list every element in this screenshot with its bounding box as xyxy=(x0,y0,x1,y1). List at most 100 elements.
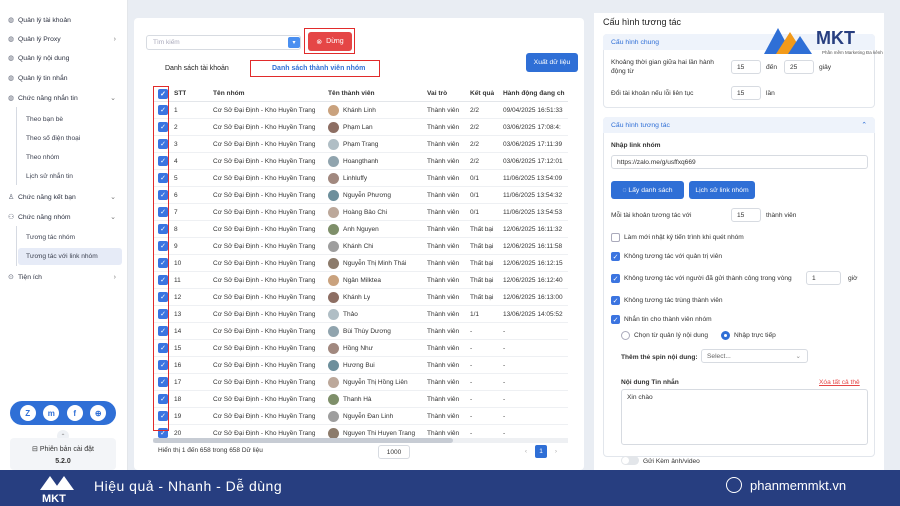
cell-action: 03/06/2025 17:12:01 xyxy=(503,153,563,169)
sidebar-item[interactable]: ◍ Quản lý tài khoản xyxy=(8,12,124,28)
table-row[interactable]: ✓ 15 Cơ Sở Đại Định - Kho Huyền Trang Hồng … xyxy=(153,340,568,357)
scrollbar-thumb[interactable] xyxy=(153,438,453,443)
export-button[interactable]: Xuất dữ liệu xyxy=(526,53,578,72)
cell-stt-text: 5 xyxy=(174,174,178,182)
table-row[interactable]: ✓ 17 Cơ Sở Đại Định - Kho Huyền Trang Nguyễ… xyxy=(153,374,568,391)
per-account-unit: thành viên xyxy=(766,212,797,219)
table-row[interactable]: ✓ 11 Cơ Sở Đại Định - Kho Huyền Trang Ngân … xyxy=(153,272,568,289)
table-row[interactable]: ✓ 3 Cơ Sở Đại Định - Kho Huyền Trang Phạm T… xyxy=(153,136,568,153)
cell-group-text: Cơ Sở Đại Định - Kho Huyền Trang xyxy=(213,276,316,284)
header-stt[interactable]: STT xyxy=(174,86,186,101)
link-history-button[interactable]: Lịch sử link nhóm xyxy=(689,181,755,199)
sub-item-friends[interactable]: Theo bạn bè xyxy=(18,111,122,128)
cell-role-text: Thành viên xyxy=(427,344,460,352)
page-button[interactable]: 1 xyxy=(535,445,547,458)
table-row[interactable]: ✓ 14 Cơ Sở Đại Định - Kho Huyền Trang Bùi T… xyxy=(153,323,568,340)
table-row[interactable]: ✓ 1 Cơ Sở Đại Định - Kho Huyền Trang Khánh … xyxy=(153,102,568,119)
cell-member-text: Linhluffy xyxy=(343,174,368,182)
sub-item-group[interactable]: Theo nhóm xyxy=(18,149,122,166)
option-checkbox[interactable]: ✓ xyxy=(611,274,620,283)
table-row[interactable]: ✓ 20 Cơ Sở Đại Định - Kho Huyền Trang Nguye… xyxy=(153,425,568,438)
chevron-right-icon: › xyxy=(113,35,116,43)
switch-unit: lần xyxy=(766,90,775,97)
table-row[interactable]: ✓ 10 Cơ Sở Đại Định - Kho Huyền Trang Nguyễ… xyxy=(153,255,568,272)
table-row[interactable]: ✓ 12 Cơ Sở Đại Định - Kho Huyền Trang Khánh… xyxy=(153,289,568,306)
header-group[interactable]: Tên nhóm xyxy=(213,86,245,101)
sidebar-item-friends[interactable]: ♙ Chức năng kết bạn ⌄ xyxy=(8,189,124,205)
sidebar-item[interactable]: ◍ Quản lý tin nhắn xyxy=(8,70,124,86)
cell-member-text: Hồng Như xyxy=(343,344,374,352)
sidebar-item[interactable]: ◍ Quản lý nội dung xyxy=(8,50,124,66)
clear-all-link[interactable]: Xóa tất cả thẻ xyxy=(819,378,860,387)
table-row[interactable]: ✓ 19 Cơ Sở Đại Định - Kho Huyền Trang Nguyễ… xyxy=(153,408,568,425)
delay-from-input[interactable]: 15 xyxy=(731,60,761,74)
cell-member: Bùi Thùy Dương xyxy=(328,323,391,339)
interact-header[interactable]: Cấu hình tương tác ⌃ xyxy=(603,117,875,133)
horizontal-scrollbar[interactable] xyxy=(153,438,568,443)
sub-item-phone[interactable]: Theo số điện thoại xyxy=(18,130,122,147)
filter-icon[interactable]: ▾ xyxy=(288,37,300,48)
table-header: ✓ STT Tên nhóm Tên thành viên Vai trò Kế… xyxy=(153,86,568,102)
cell-action-text: 03/06/2025 17:11:39 xyxy=(503,140,563,148)
option-checkbox[interactable]: ✓ xyxy=(611,315,620,324)
prev-page-icon[interactable]: ‹ xyxy=(520,445,532,458)
page-size-select[interactable]: 1000 xyxy=(378,445,410,459)
per-account-input[interactable]: 15 xyxy=(731,208,761,222)
sidebar-item[interactable]: ◍ Quản lý Proxy › xyxy=(8,31,124,47)
sidebar-item-utils[interactable]: ⊙ Tiện ích › xyxy=(8,269,124,285)
website-link[interactable]: phanmemmkt.vn xyxy=(750,478,846,493)
table-row[interactable]: ✓ 18 Cơ Sở Đại Định - Kho Huyền Trang Thanh… xyxy=(153,391,568,408)
sidebar-item[interactable]: ◍ Chức năng nhắn tin ⌄ xyxy=(8,90,124,106)
web-icon[interactable]: ⊕ xyxy=(90,405,107,421)
cell-member-text: Khánh Ly xyxy=(343,293,371,301)
sidebar-item-groups[interactable]: ⚇ Chức năng nhóm ⌄ xyxy=(8,209,124,225)
table-row[interactable]: ✓ 9 Cơ Sở Đại Định - Kho Huyền Trang Khánh … xyxy=(153,238,568,255)
link-input[interactable]: https://zalo.me/g/usffxq669 xyxy=(611,155,868,169)
table-row[interactable]: ✓ 8 Cơ Sở Đại Định - Kho Huyền Trang Anh Ng… xyxy=(153,221,568,238)
next-page-icon[interactable]: › xyxy=(550,445,562,458)
search-input[interactable]: Tìm kiếm xyxy=(146,35,301,50)
table-row[interactable]: ✓ 6 Cơ Sở Đại Định - Kho Huyền Trang Nguyễn… xyxy=(153,187,568,204)
sub-item-history[interactable]: Lịch sử nhắn tin xyxy=(18,168,122,185)
table-row[interactable]: ✓ 2 Cơ Sở Đại Định - Kho Huyền Trang Phạm L… xyxy=(153,119,568,136)
header-role[interactable]: Vai trò xyxy=(427,86,447,101)
table-row[interactable]: ✓ 16 Cơ Sở Đại Định - Kho Huyền Trang Hương… xyxy=(153,357,568,374)
tab-accounts[interactable]: Danh sách tài khoản xyxy=(165,61,229,75)
cell-result: Thất bại xyxy=(470,221,494,237)
switch-input[interactable]: 15 xyxy=(731,86,761,100)
table-row[interactable]: ✓ 4 Cơ Sở Đại Định - Kho Huyền Trang Hoangt… xyxy=(153,153,568,170)
zalo-icon[interactable]: Z xyxy=(19,405,36,421)
spin-label: Thêm thẻ spin nội dung: xyxy=(621,354,698,361)
header-member[interactable]: Tên thành viên xyxy=(328,86,375,101)
attach-toggle[interactable] xyxy=(621,456,639,465)
table-row[interactable]: ✓ 13 Cơ Sở Đại Định - Kho Huyền Trang Thảo T… xyxy=(153,306,568,323)
highlight-box xyxy=(304,28,355,54)
cell-action: - xyxy=(503,408,505,424)
facebook-icon[interactable]: f xyxy=(66,405,83,421)
option-checkbox[interactable] xyxy=(611,233,620,242)
header-result[interactable]: Kết quả xyxy=(470,86,494,101)
get-list-button[interactable]: ◌ Lấy danh sách xyxy=(611,181,684,199)
sub-item-group-link[interactable]: Tương tác với link nhóm xyxy=(18,248,122,265)
download-icon: ⊟ xyxy=(32,446,40,453)
sidebar-item-label: Chức năng nhóm xyxy=(18,213,71,221)
cell-group-text: Cơ Sở Đại Định - Kho Huyền Trang xyxy=(213,344,316,352)
header-action[interactable]: Hành động đang ch xyxy=(503,86,565,101)
cell-action: 12/06/2025 16:12:40 xyxy=(503,272,563,288)
within-input[interactable]: 1 xyxy=(806,271,841,285)
cell-member-text: Nguyen Thi Huyen Trang xyxy=(343,429,416,437)
spin-select[interactable]: Select... ⌄ xyxy=(701,349,808,363)
table-row[interactable]: ✓ 5 Cơ Sở Đại Định - Kho Huyền Trang Linhlu… xyxy=(153,170,568,187)
cell-stt: 14 xyxy=(174,323,181,339)
radio-direct[interactable] xyxy=(721,331,730,340)
radio-manage[interactable] xyxy=(621,331,630,340)
option-checkbox[interactable]: ✓ xyxy=(611,252,620,261)
table-row[interactable]: ✓ 7 Cơ Sở Đại Định - Kho Huyền Trang Hoàng … xyxy=(153,204,568,221)
messenger-icon[interactable]: m xyxy=(43,405,60,421)
sub-item-group-interact[interactable]: Tương tác nhóm xyxy=(18,229,122,246)
delay-to-input[interactable]: 25 xyxy=(784,60,814,74)
cell-stt: 3 xyxy=(174,136,178,152)
message-textarea[interactable]: Xin chào xyxy=(621,389,868,445)
option-checkbox[interactable]: ✓ xyxy=(611,296,620,305)
radio-manage-label: Chọn từ quản lý nội dung xyxy=(634,332,709,339)
